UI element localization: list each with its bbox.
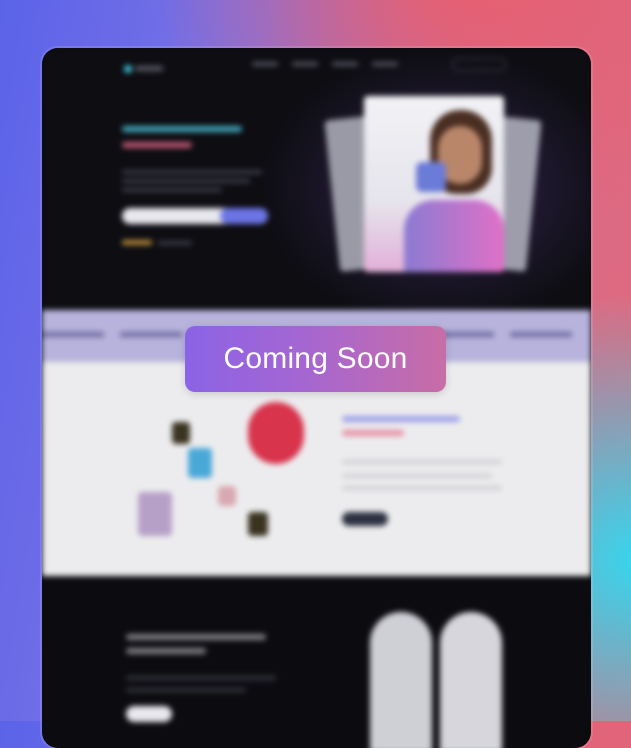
avatar [138, 492, 172, 536]
avatar [172, 422, 190, 444]
nav-link [292, 62, 318, 66]
avatar [188, 448, 212, 478]
nav-links [252, 62, 398, 66]
hero-submit-button [220, 208, 268, 224]
hero-description-lines [122, 170, 262, 197]
avatar [218, 486, 236, 506]
cta-section [42, 576, 591, 748]
feature-section [42, 362, 591, 576]
nav-link [332, 62, 358, 66]
hero-section [42, 48, 591, 310]
nav-logo [124, 60, 168, 73]
hero-email-input [122, 208, 268, 224]
text-line [342, 486, 502, 490]
feature-title-placeholder [342, 416, 512, 436]
hero-image [364, 96, 504, 272]
nav-link [252, 62, 278, 66]
nav-button [452, 58, 506, 71]
coming-soon-label: Coming Soon [223, 342, 408, 375]
cta-button [126, 706, 172, 722]
nav-link [372, 62, 398, 66]
hero-rating [122, 240, 192, 245]
text-line [342, 460, 502, 464]
hero-title-placeholder [122, 118, 292, 148]
cta-image [370, 612, 432, 748]
cta-title-placeholder [126, 634, 286, 654]
avatar [248, 402, 304, 464]
feature-button [342, 512, 388, 526]
cta-image [440, 612, 502, 748]
avatar [248, 512, 268, 536]
text-line [126, 676, 276, 680]
blurred-preview [42, 48, 591, 748]
text-line [342, 474, 492, 478]
website-preview-frame [42, 48, 591, 748]
text-line [126, 688, 246, 692]
coming-soon-badge: Coming Soon [185, 326, 446, 392]
